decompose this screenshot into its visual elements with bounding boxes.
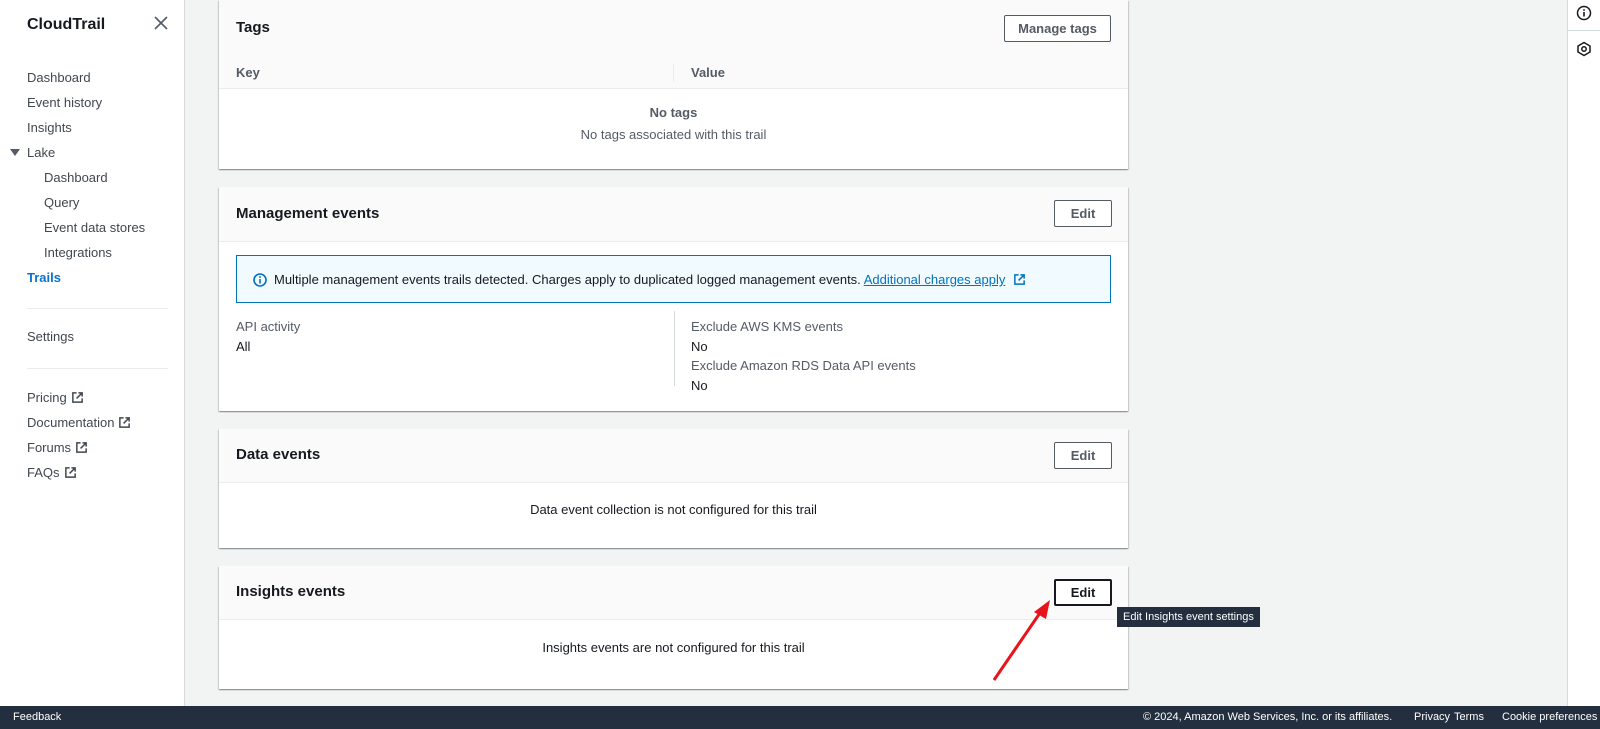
external-link-icon [76, 442, 87, 453]
exclude-kms-value: No [691, 339, 708, 354]
sidebar-item-event-history[interactable]: Event history [27, 95, 102, 110]
empty-state-description: No tags associated with this trail [580, 127, 767, 142]
right-utility-rail [1567, 0, 1600, 706]
rail-divider [1568, 30, 1600, 31]
data-events-message: Data event collection is not configured … [530, 502, 817, 517]
console-footer: Feedback © 2024, Amazon Web Services, In… [0, 706, 1600, 729]
external-link-icon [119, 417, 131, 428]
sidebar-item-dashboard[interactable]: Dashboard [27, 70, 91, 85]
sidebar-item-label: FAQs [27, 465, 60, 480]
sidebar-item-query[interactable]: Query [44, 195, 79, 210]
external-link-icon [71, 392, 83, 403]
insights-events-title: Insights events [236, 583, 346, 600]
sidebar-item-label: Pricing [27, 390, 67, 405]
exclude-rds-label: Exclude Amazon RDS Data API events [691, 358, 916, 373]
api-activity-value: All [236, 339, 251, 354]
sidebar-divider [27, 368, 168, 369]
info-icon [253, 273, 267, 287]
sidebar-title[interactable]: CloudTrail [27, 16, 105, 34]
info-icon[interactable] [1576, 5, 1592, 21]
manage-tags-button[interactable]: Manage tags [1004, 15, 1111, 42]
data-events-panel: Data events Edit Data event collection i… [219, 429, 1128, 548]
column-header-key[interactable]: Key [236, 65, 260, 80]
settings-hex-icon[interactable] [1576, 41, 1592, 57]
external-link-icon[interactable] [1013, 273, 1026, 286]
sidebar-item-documentation[interactable]: Documentation [27, 415, 131, 430]
close-icon[interactable] [152, 14, 170, 32]
copyright-text: © 2024, Amazon Web Services, Inc. or its… [1143, 711, 1393, 723]
column-header-value[interactable]: Value [691, 65, 725, 80]
sidebar-item-event-data-stores[interactable]: Event data stores [44, 220, 145, 235]
cookie-preferences-link[interactable]: Cookie preferences [1502, 711, 1597, 723]
sidebar-item-trails[interactable]: Trails [27, 270, 61, 285]
terms-link[interactable]: Terms [1454, 711, 1484, 723]
sidebar-item-lake-dashboard[interactable]: Dashboard [44, 170, 108, 185]
api-activity-label: API activity [236, 319, 301, 334]
caret-down-icon[interactable] [10, 149, 20, 156]
management-events-header: Management events Edit [219, 187, 1128, 242]
edit-insights-tooltip: Edit Insights event settings [1117, 607, 1260, 627]
privacy-link[interactable]: Privacy [1414, 711, 1450, 723]
side-navigation: CloudTrail Dashboard Event history Insig… [0, 0, 185, 706]
sidebar-item-integrations[interactable]: Integrations [44, 245, 112, 260]
sidebar-item-faqs[interactable]: FAQs [27, 465, 77, 480]
data-events-title: Data events [236, 446, 321, 463]
management-events-panel: Management events Edit Multiple manageme… [219, 187, 1128, 411]
sidebar-divider [27, 308, 168, 309]
sidebar-item-lake[interactable]: Lake [27, 145, 55, 160]
edit-insights-events-button[interactable]: Edit [1054, 579, 1112, 606]
management-events-title: Management events [236, 205, 380, 222]
tags-header: Tags Manage tags [219, 0, 1128, 56]
column-divider [674, 311, 675, 386]
sidebar-item-label: Forums [27, 440, 72, 455]
empty-state-title: No tags [649, 105, 698, 120]
edit-data-events-button[interactable]: Edit [1054, 442, 1112, 469]
alert-text: Multiple management events trails detect… [274, 272, 861, 287]
additional-charges-link[interactable]: Additional charges apply [864, 272, 1006, 287]
sidebar-item-label: Documentation [27, 415, 115, 430]
annotation-arrow [992, 600, 1050, 681]
info-alert: Multiple management events trails detect… [236, 255, 1111, 303]
edit-management-events-button[interactable]: Edit [1054, 200, 1112, 227]
tags-title: Tags [236, 19, 270, 36]
sidebar-item-settings[interactable]: Settings [27, 329, 74, 344]
external-link-icon [64, 467, 76, 478]
sidebar-item-insights[interactable]: Insights [27, 120, 72, 135]
alert-message: Multiple management events trails detect… [274, 272, 1026, 287]
exclude-kms-label: Exclude AWS KMS events [691, 319, 843, 334]
tags-table-header: Key Value [219, 56, 1128, 89]
feedback-link[interactable]: Feedback [13, 711, 61, 723]
sidebar-item-forums[interactable]: Forums [27, 440, 88, 455]
sidebar-item-pricing[interactable]: Pricing [27, 390, 84, 405]
tags-panel: Tags Manage tags Key Value No tags No ta… [219, 0, 1128, 169]
column-divider [673, 64, 674, 82]
exclude-rds-value: No [691, 378, 708, 393]
data-events-header: Data events Edit [219, 429, 1128, 483]
